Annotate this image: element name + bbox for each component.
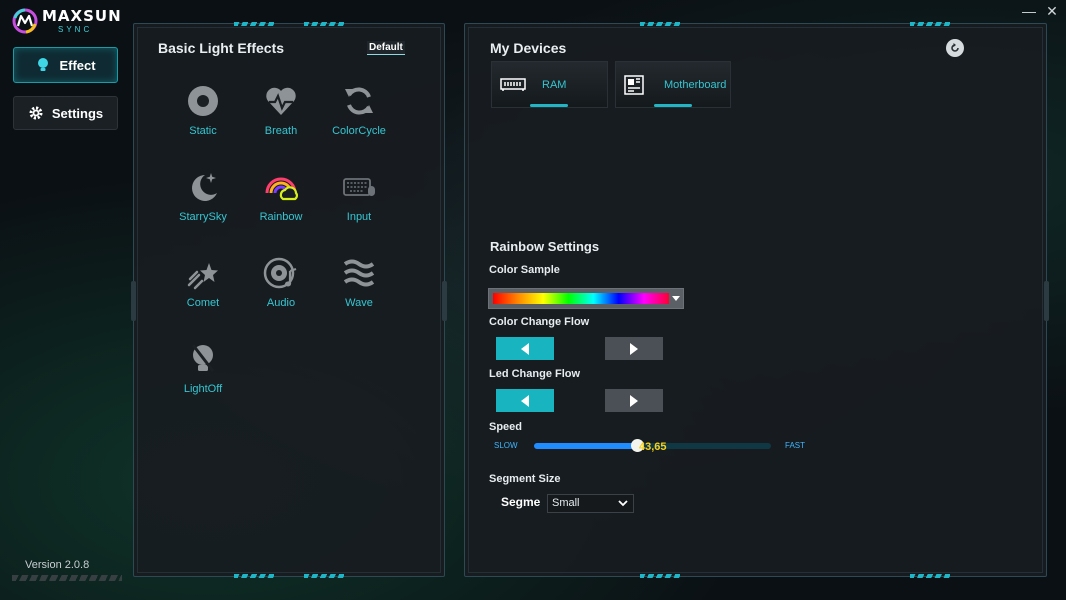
logo-subtitle: SYNC: [58, 24, 93, 34]
panel-notch: [1044, 281, 1049, 321]
panel-decoration: [304, 574, 344, 578]
panel-decoration: [304, 22, 344, 26]
led-flow-left-button[interactable]: [496, 389, 554, 412]
effect-label: StarrySky: [179, 211, 227, 223]
effect-static[interactable]: Static: [163, 83, 243, 153]
rainbow-icon: [265, 177, 299, 201]
device-active-indicator: [654, 104, 692, 107]
lightoff-icon: [191, 344, 215, 372]
bulb-icon: [38, 58, 49, 71]
effect-label: Audio: [266, 297, 296, 309]
speed-label: Speed: [489, 421, 523, 433]
speed-fast-label: FAST: [785, 441, 806, 450]
keyboard-icon: [343, 178, 375, 196]
led-change-flow-label: Led Change Flow: [489, 368, 581, 380]
app-window: — ✕ MAXSUN SYNC Effect Settings Version …: [0, 0, 1066, 600]
device-active-indicator: [530, 104, 568, 107]
version-decoration: [12, 575, 122, 581]
starrysky-icon: [192, 173, 217, 201]
effect-comet[interactable]: Comet: [163, 255, 243, 325]
segment-field-label: Segme: [501, 495, 541, 509]
panel-decoration: [640, 22, 680, 26]
wave-icon: [343, 259, 375, 287]
effect-breath[interactable]: Breath: [241, 83, 321, 153]
speed-slow-label: SLOW: [494, 441, 518, 450]
device-label: Motherboard: [664, 78, 727, 91]
nav-settings-label: Settings: [51, 105, 104, 121]
app-logo: MAXSUN SYNC: [12, 8, 122, 34]
effect-label: Breath: [264, 125, 298, 137]
effect-audio[interactable]: Audio: [241, 255, 321, 325]
effect-starrysky[interactable]: StarrySky: [163, 169, 243, 239]
settings-title: Rainbow Settings: [490, 239, 600, 254]
effect-label: ColorCycle: [332, 125, 386, 137]
speed-value: 43,65: [639, 441, 667, 453]
panel-notch: [442, 281, 447, 321]
gear-icon: [29, 106, 43, 120]
effect-lightoff[interactable]: LightOff: [163, 341, 243, 411]
arrow-left-icon: [521, 394, 529, 407]
refresh-button[interactable]: [946, 39, 964, 57]
motherboard-icon: [624, 74, 644, 95]
color-flow-right-button[interactable]: [605, 337, 663, 360]
nav-effect-label: Effect: [59, 57, 96, 73]
device-label: RAM: [542, 78, 567, 91]
color-sample-label: Color Sample: [489, 264, 560, 276]
logo-name: MAXSUN: [42, 6, 122, 25]
window-controls: — ✕: [1022, 2, 1058, 20]
effect-wave[interactable]: Wave: [319, 255, 399, 325]
speed-slider-fill: [534, 443, 638, 449]
colorcycle-icon: [345, 87, 373, 115]
effect-label: Comet: [186, 297, 220, 309]
panel-decoration: [234, 22, 274, 26]
effect-input[interactable]: Input: [319, 169, 399, 239]
comet-icon: [187, 263, 218, 290]
effect-label: Input: [346, 211, 372, 223]
arrow-right-icon: [630, 394, 638, 407]
effect-rainbow[interactable]: Rainbow: [241, 169, 321, 239]
nav-settings-button[interactable]: Settings: [13, 96, 118, 130]
panel-decoration: [234, 574, 274, 578]
effect-label: LightOff: [183, 383, 223, 395]
breath-icon: [266, 87, 296, 115]
segment-size-label: Segment Size: [489, 473, 561, 485]
devices-panel-title: My Devices: [490, 40, 567, 56]
arrow-left-icon: [521, 342, 529, 355]
static-icon: [188, 86, 218, 116]
minimize-button[interactable]: —: [1022, 2, 1036, 20]
segment-size-value: Small: [552, 497, 580, 509]
panel-decoration: [910, 22, 950, 26]
device-motherboard[interactable]: Motherboard: [615, 61, 731, 108]
refresh-icon: [951, 43, 959, 52]
effect-colorcycle[interactable]: ColorCycle: [319, 83, 399, 153]
effect-label: Wave: [345, 297, 373, 309]
audio-icon: [263, 257, 297, 289]
effect-label: Static: [189, 125, 217, 137]
color-flow-left-button[interactable]: [496, 337, 554, 360]
version-label: Version 2.0.8: [25, 559, 90, 571]
nav-effect-button[interactable]: Effect: [13, 47, 118, 83]
color-change-flow-label: Color Change Flow: [489, 316, 590, 328]
effect-label: Rainbow: [259, 211, 303, 223]
led-flow-right-button[interactable]: [605, 389, 663, 412]
segment-size-select[interactable]: Small: [547, 494, 634, 513]
color-sample-dropdown[interactable]: [488, 288, 684, 309]
default-button[interactable]: Default: [367, 41, 405, 55]
color-sample-swatch: [493, 293, 669, 304]
panel-decoration: [910, 574, 950, 578]
close-button[interactable]: ✕: [1046, 2, 1058, 20]
maxsun-logo-icon: [12, 8, 38, 34]
panel-notch: [131, 281, 136, 321]
panel-decoration: [640, 574, 680, 578]
chevron-down-icon: [618, 500, 628, 507]
ram-icon: [500, 77, 526, 91]
effects-panel-title: Basic Light Effects: [158, 40, 285, 56]
device-ram[interactable]: RAM: [491, 61, 608, 108]
arrow-right-icon: [630, 342, 638, 355]
dropdown-arrow-icon: [672, 296, 680, 301]
